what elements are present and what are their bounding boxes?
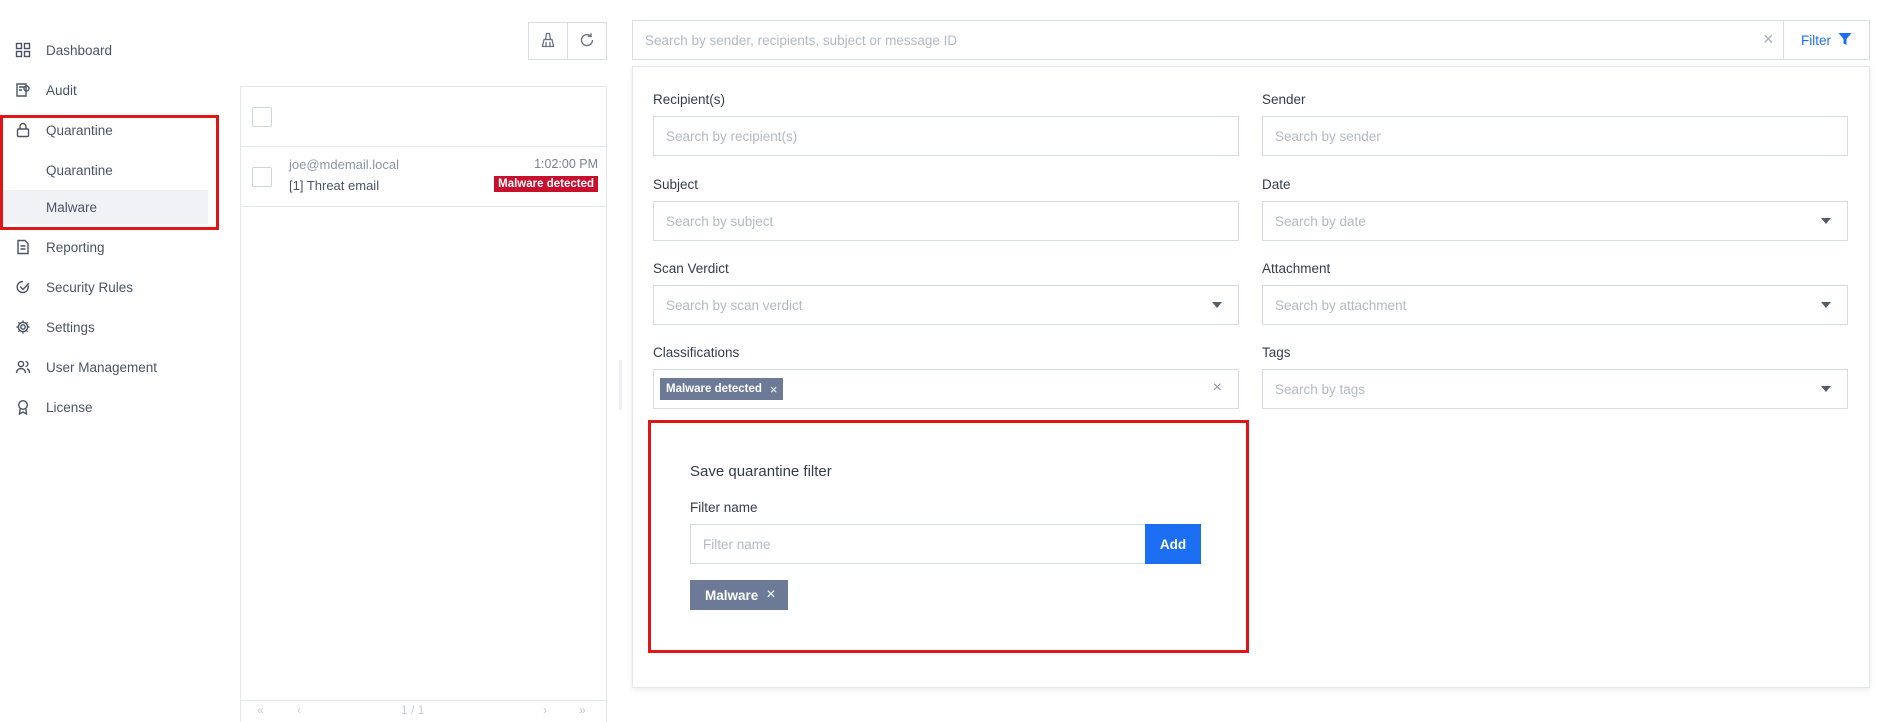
attachment-input[interactable]	[1275, 286, 1801, 324]
chevron-down-icon	[1821, 302, 1831, 308]
subject-input[interactable]	[666, 202, 1192, 240]
classifications-select[interactable]: Malware detected × ×	[653, 369, 1239, 409]
attachment-label: Attachment	[1262, 261, 1331, 276]
recipients-input[interactable]	[666, 117, 1192, 155]
sidebar-item-label: User Management	[46, 359, 158, 375]
award-icon	[14, 398, 32, 416]
sidebar-subitem-label: Malware	[46, 199, 98, 215]
audit-icon	[14, 81, 32, 99]
select-all-checkbox[interactable]	[252, 107, 272, 127]
sidebar-subitem-quarantine[interactable]: Quarantine	[2, 153, 208, 187]
sidebar-item-label: Audit	[46, 82, 77, 98]
filter-name-field	[690, 524, 1146, 564]
sidebar-item-reporting[interactable]: Reporting	[14, 235, 105, 259]
saved-filter-label: Malware	[705, 587, 759, 603]
filter-icon	[1831, 32, 1852, 49]
filter-name-label: Filter name	[690, 500, 758, 515]
page-info: 1 / 1	[401, 703, 425, 717]
classification-chip: Malware detected ×	[660, 378, 784, 400]
sender-label: Sender	[1262, 92, 1306, 107]
saved-filter-chip[interactable]: Malware ×	[690, 580, 788, 610]
status-badge: Malware detected	[494, 176, 598, 192]
sidebar-item-label: Dashboard	[46, 42, 113, 58]
sidebar-item-audit[interactable]: Audit	[14, 78, 77, 102]
clean-button[interactable]	[528, 22, 568, 60]
attachment-select[interactable]	[1262, 285, 1848, 325]
subject-label: Subject	[653, 177, 699, 192]
classifications-clear-button[interactable]: ×	[1213, 379, 1222, 397]
sidebar-item-label: License	[46, 399, 93, 415]
message-time: 1:02:00 PM	[534, 157, 598, 171]
chip-label: Malware detected	[666, 383, 762, 395]
grid-icon	[14, 41, 32, 59]
list-header	[241, 87, 606, 147]
sidebar: Dashboard Audit Quarantine Quarantine Ma…	[0, 0, 222, 722]
scan-verdict-input[interactable]	[666, 286, 1192, 324]
sidebar-item-label: Quarantine	[46, 122, 113, 138]
sidebar-subitem-label: Quarantine	[46, 162, 113, 178]
last-page-button[interactable]: »	[579, 703, 586, 717]
date-label: Date	[1262, 177, 1291, 192]
sidebar-item-quarantine[interactable]: Quarantine	[14, 118, 113, 142]
pagination: « ‹ 1 / 1 › »	[241, 700, 606, 722]
chevron-down-icon	[1821, 218, 1831, 224]
date-select[interactable]	[1262, 201, 1848, 241]
date-input[interactable]	[1275, 202, 1801, 240]
row-checkbox[interactable]	[252, 167, 272, 187]
sidebar-item-settings[interactable]: Settings	[14, 315, 95, 339]
tags-select[interactable]	[1262, 369, 1848, 409]
recipients-field	[653, 116, 1239, 156]
sidebar-item-label: Reporting	[46, 239, 105, 255]
recipients-label: Recipient(s)	[653, 92, 726, 107]
filter-button[interactable]: Filter	[1784, 20, 1870, 60]
scan-verdict-select[interactable]	[653, 285, 1239, 325]
sidebar-item-license[interactable]: License	[14, 395, 93, 419]
prev-page-button[interactable]: ‹	[297, 703, 301, 717]
chevron-down-icon	[1212, 302, 1222, 308]
scan-verdict-label: Scan Verdict	[653, 261, 729, 276]
sidebar-item-label: Settings	[46, 319, 95, 335]
classifications-label: Classifications	[653, 345, 740, 360]
sender-field	[1262, 116, 1848, 156]
chevron-down-icon	[1821, 386, 1831, 392]
sidebar-item-dashboard[interactable]: Dashboard	[14, 38, 112, 62]
search-bar: ×	[632, 20, 1784, 60]
filter-button-label: Filter	[1801, 32, 1831, 48]
search-clear-button[interactable]: ×	[1763, 29, 1774, 50]
refresh-button[interactable]	[567, 22, 607, 60]
message-sender: joe@mdemail.local	[289, 157, 400, 172]
tags-label: Tags	[1262, 345, 1291, 360]
next-page-button[interactable]: ›	[543, 703, 547, 717]
filter-name-input[interactable]	[703, 525, 1133, 563]
sender-input[interactable]	[1275, 117, 1801, 155]
lock-icon	[14, 121, 32, 139]
first-page-button[interactable]: «	[257, 703, 264, 717]
gear-icon	[14, 318, 32, 336]
shield-check-icon	[14, 278, 32, 296]
document-icon	[14, 238, 32, 256]
users-icon	[14, 358, 32, 376]
subject-field	[653, 201, 1239, 241]
sidebar-item-user-management[interactable]: User Management	[14, 355, 157, 379]
message-subject: [1] Threat email	[289, 178, 380, 193]
sidebar-subitem-malware[interactable]: Malware	[2, 190, 208, 224]
search-input[interactable]	[645, 21, 1735, 59]
sidebar-item-label: Security Rules	[46, 279, 134, 295]
tags-input[interactable]	[1275, 370, 1801, 408]
saved-filter-remove-button[interactable]: ×	[766, 586, 775, 604]
refresh-icon	[579, 32, 595, 51]
message-list: joe@mdemail.local [1] Threat email 1:02:…	[240, 86, 607, 722]
save-filter-title: Save quarantine filter	[690, 463, 832, 480]
panel-splitter[interactable]	[619, 360, 622, 410]
broom-icon	[540, 32, 556, 51]
sidebar-item-security-rules[interactable]: Security Rules	[14, 275, 133, 299]
add-filter-button[interactable]: Add	[1145, 524, 1201, 564]
chip-remove-button[interactable]: ×	[770, 382, 778, 397]
table-row[interactable]: joe@mdemail.local [1] Threat email 1:02:…	[241, 147, 606, 207]
